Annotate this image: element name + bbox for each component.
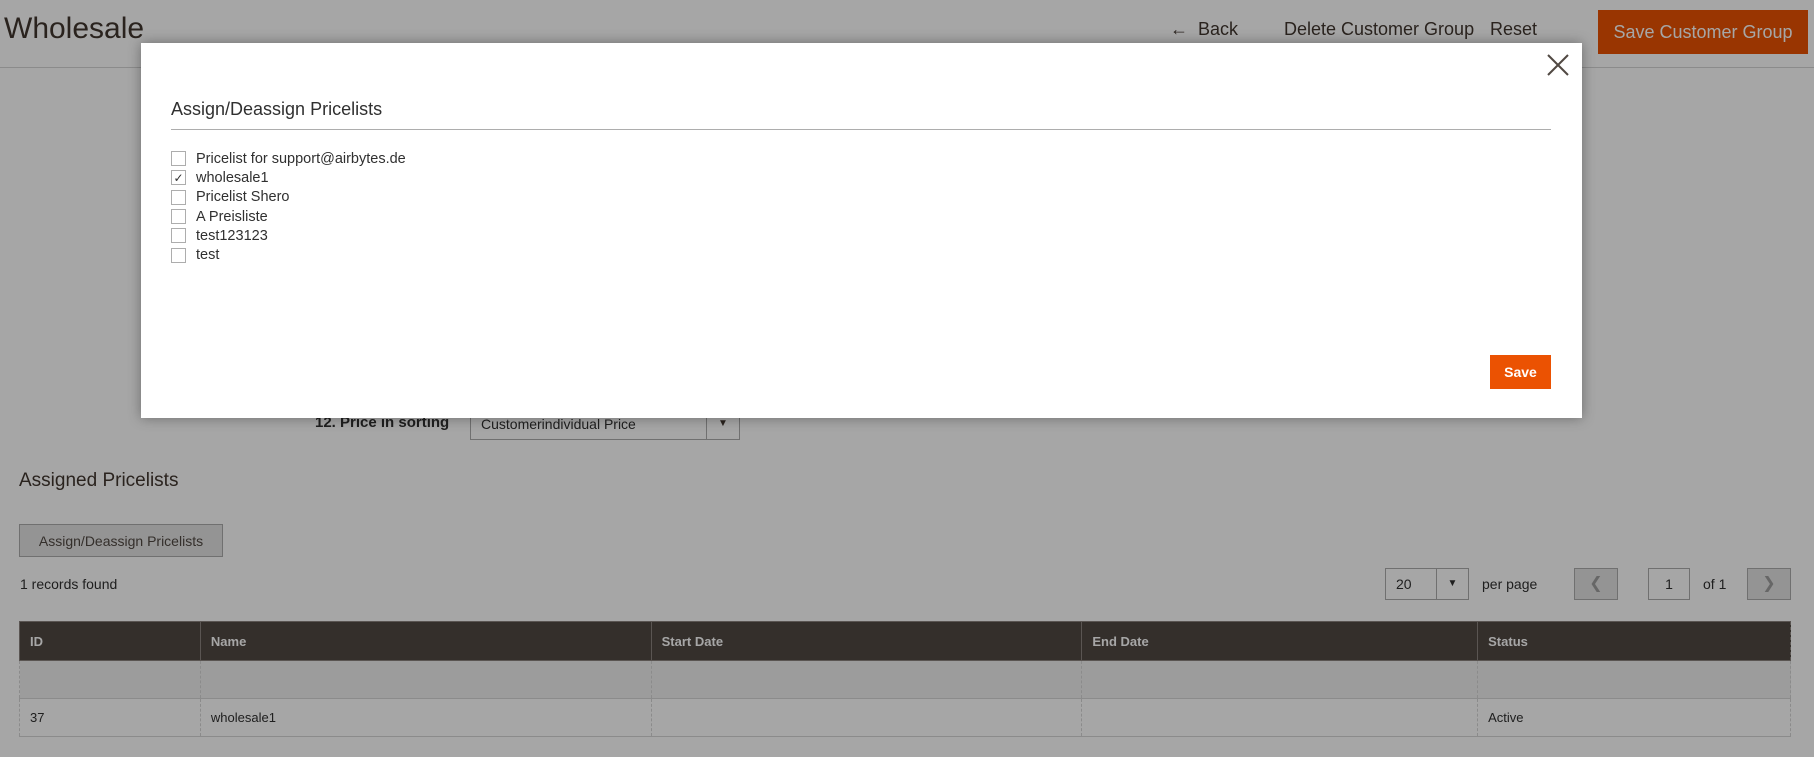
pricelist-option[interactable]: Pricelist for support@airbytes.de — [171, 149, 406, 168]
pricelist-option[interactable]: Pricelist Shero — [171, 188, 406, 207]
modal-save-button[interactable]: Save — [1490, 355, 1551, 389]
pricelist-option-label: Pricelist for support@airbytes.de — [196, 150, 406, 167]
modal-title: Assign/Deassign Pricelists — [171, 99, 383, 119]
divider — [171, 129, 1551, 130]
checkbox[interactable] — [171, 189, 186, 205]
pricelist-option-label: test123123 — [196, 227, 268, 244]
pricelist-option[interactable]: A Preisliste — [171, 207, 406, 226]
pricelist-option[interactable]: test123123 — [171, 226, 406, 245]
pricelist-option-label: A Preisliste — [196, 208, 268, 225]
checkbox[interactable] — [171, 247, 186, 263]
close-icon — [1547, 53, 1569, 76]
pricelist-checkbox-list: Pricelist for support@airbytes.de ✓ whole… — [171, 149, 406, 265]
checkbox-checked[interactable]: ✓ — [171, 170, 186, 186]
pricelist-option[interactable]: test — [171, 245, 406, 264]
checkbox[interactable] — [171, 228, 186, 244]
pricelist-option-label: wholesale1 — [196, 169, 269, 186]
pricelist-option-label: test — [196, 247, 220, 264]
checkbox[interactable] — [171, 151, 186, 167]
close-button[interactable] — [1543, 51, 1573, 81]
checkbox[interactable] — [171, 209, 186, 225]
pricelist-option[interactable]: ✓ wholesale1 — [171, 168, 406, 187]
assign-pricelists-modal: Assign/Deassign Pricelists Pricelist for… — [141, 43, 1582, 418]
pricelist-option-label: Pricelist Shero — [196, 189, 290, 206]
